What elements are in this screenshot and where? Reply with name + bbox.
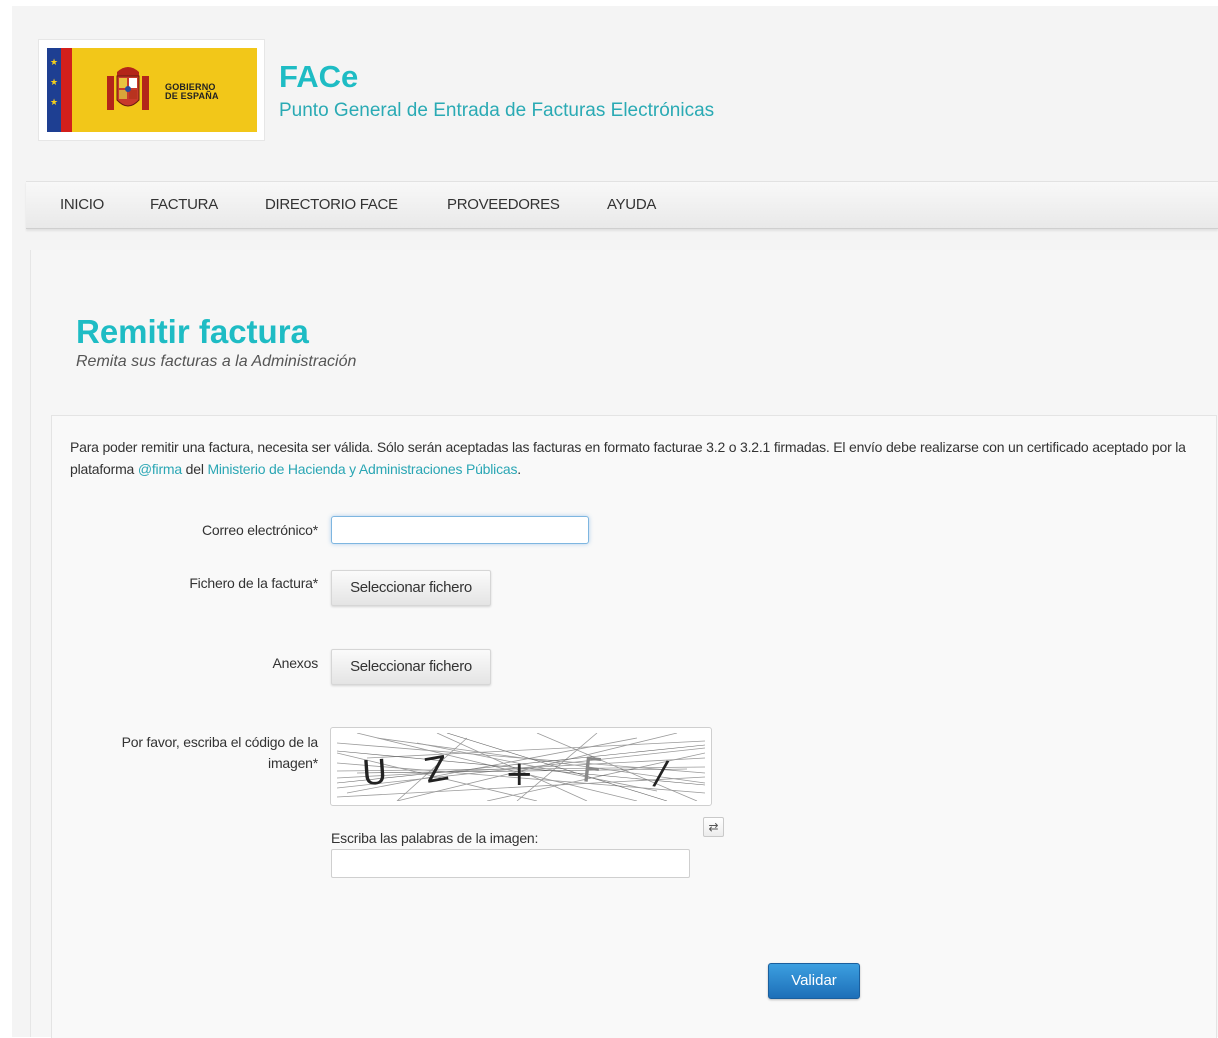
captcha-image: U Z + F /	[330, 727, 712, 806]
invoice-file-button[interactable]: Seleccionar fichero	[331, 570, 491, 606]
captcha-input[interactable]	[331, 849, 690, 878]
star-icon: ★	[50, 57, 59, 67]
ministerio-link[interactable]: Ministerio de Hacienda y Administracione…	[207, 461, 517, 477]
nav-item-ayuda[interactable]: AYUDA	[607, 196, 656, 214]
logo-text: GOBIERNO DE ESPAÑA	[165, 82, 219, 101]
captcha-label: Por favor, escriba el código de la image…	[121, 734, 319, 771]
annex-file-button[interactable]: Seleccionar fichero	[331, 649, 491, 685]
nav-item-factura[interactable]: FACTURA	[150, 196, 218, 214]
app-title[interactable]: FACe	[279, 59, 358, 95]
main-nav: INICIO FACTURA DIRECTORIO FACE PROVEEDOR…	[26, 181, 1218, 229]
intro-text: Para poder remitir una factura, necesita…	[70, 439, 1186, 477]
invoice-file-label: Fichero de la factura*	[189, 575, 318, 591]
svg-text:+: +	[505, 754, 534, 794]
logo-banner: ★ ★ ★ GOBIERNO DE ESPAÑA	[47, 48, 257, 132]
email-field[interactable]	[331, 516, 589, 544]
star-icon: ★	[50, 97, 59, 107]
coat-of-arms-icon	[107, 67, 149, 110]
red-stripe	[61, 48, 72, 132]
nav-item-proveedores[interactable]: PROVEEDORES	[447, 196, 560, 214]
captcha-refresh-button[interactable]: ⇄	[703, 817, 724, 837]
svg-text:U: U	[361, 752, 389, 794]
gobierno-espana-logo[interactable]: ★ ★ ★ GOBIERNO DE ESPAÑA	[38, 39, 265, 141]
page-title: Remitir factura	[76, 313, 309, 350]
annex-label: Anexos	[272, 655, 319, 671]
refresh-icon: ⇄	[708, 820, 719, 834]
page-subtitle: Remita sus facturas a la Administración	[76, 353, 357, 370]
captcha-prompt: Escriba las palabras de la imagen:	[331, 830, 539, 846]
email-label: Correo electrónico*	[201, 522, 318, 538]
nav-item-directorio-face[interactable]: DIRECTORIO FACE	[265, 196, 398, 214]
nav-item-inicio[interactable]: INICIO	[60, 196, 104, 214]
svg-text:/: /	[651, 753, 671, 795]
validate-button[interactable]: Validar	[768, 963, 860, 999]
app-subtitle: Punto General de Entrada de Facturas Ele…	[279, 100, 715, 121]
star-icon: ★	[50, 77, 59, 87]
firma-link[interactable]: @firma	[138, 461, 182, 477]
svg-text:F: F	[580, 750, 604, 792]
captcha-noise-image: U Z + F /	[337, 733, 705, 801]
